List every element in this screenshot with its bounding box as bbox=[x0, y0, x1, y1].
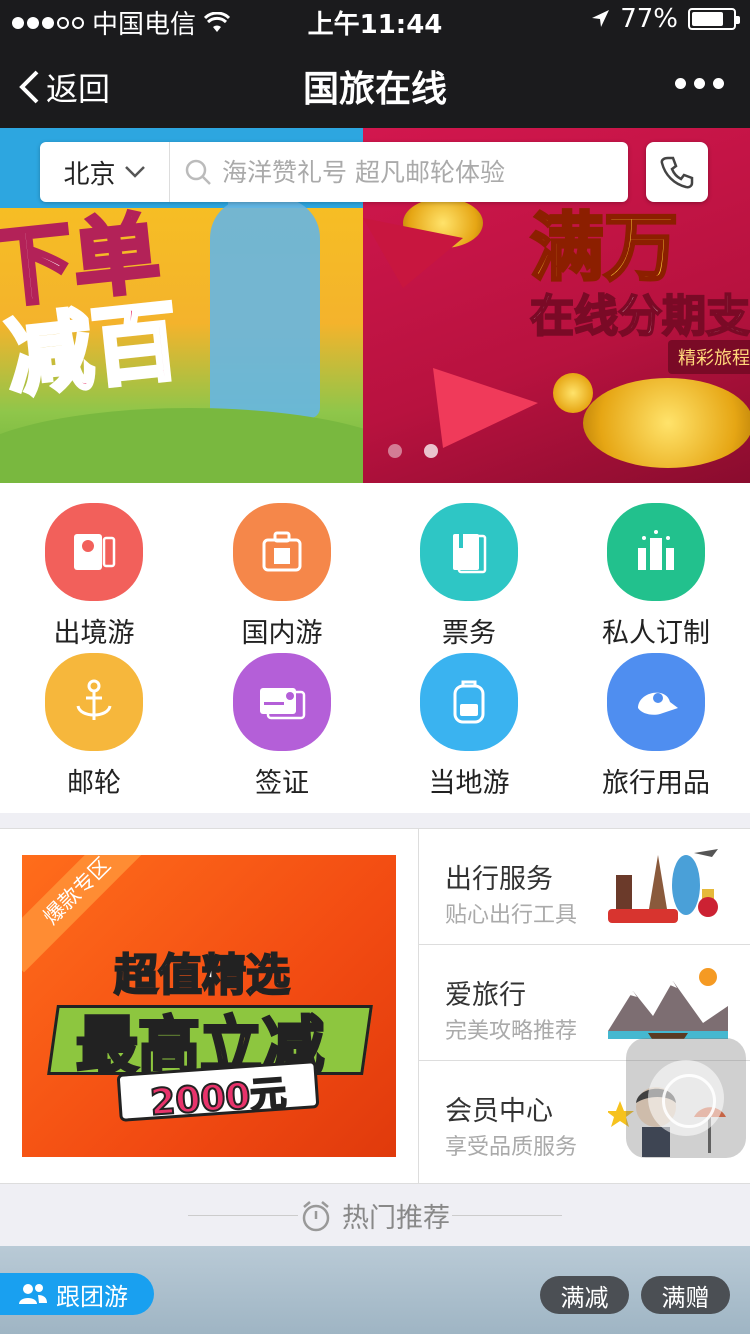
category-label: 出境游 bbox=[53, 618, 135, 649]
category-item[interactable]: 旅行用品 bbox=[562, 653, 750, 803]
banner-right-subtitle: 在线分期支 bbox=[529, 290, 750, 343]
promo-amount: 2000元 bbox=[148, 1072, 289, 1124]
floating-assistive-button[interactable] bbox=[626, 1038, 746, 1158]
luggage-icon bbox=[233, 503, 331, 601]
city-icon bbox=[607, 503, 705, 601]
visa-card-icon bbox=[233, 653, 331, 751]
page: { "status_bar": {"carrier": "中国电信", "tim… bbox=[0, 0, 750, 1334]
statue-of-liberty-image bbox=[210, 148, 320, 418]
service-name: 出行服务 bbox=[445, 864, 553, 895]
gold-coins-pile-image bbox=[583, 378, 750, 468]
backpack-icon bbox=[420, 653, 518, 751]
red-gem-image bbox=[433, 368, 538, 448]
alarm-clock-icon bbox=[302, 1200, 330, 1231]
red-gem-small-image bbox=[363, 218, 463, 288]
category-item[interactable]: 私人订制 bbox=[562, 503, 750, 653]
gift-pill[interactable]: 满赠 bbox=[641, 1276, 730, 1314]
category-grid: 出境游 国内游 票务 私人订制邮轮 签证 当地游 旅行用品 bbox=[0, 483, 750, 813]
passport-icon bbox=[45, 503, 143, 601]
phone-icon bbox=[660, 156, 694, 189]
group-tour-label: 跟团游 bbox=[56, 1282, 128, 1311]
service-travel[interactable]: 出行服务 贴心出行工具 bbox=[419, 829, 750, 945]
status-bar: 中国电信 上午11:44 77% bbox=[0, 0, 750, 40]
battery-percent: 77% bbox=[620, 4, 678, 34]
hot-recommend-header: 热门推荐 bbox=[0, 1184, 750, 1246]
service-name: 会员中心 bbox=[445, 1096, 553, 1127]
category-item[interactable]: 国内游 bbox=[188, 503, 376, 653]
anchor-icon bbox=[45, 653, 143, 751]
chevron-down-icon bbox=[124, 166, 145, 178]
category-item[interactable]: 出境游 bbox=[0, 503, 188, 653]
banner-left-line2: 减百 bbox=[0, 290, 185, 411]
battery-fill bbox=[692, 12, 723, 26]
cap-icon bbox=[607, 653, 705, 751]
group-tour-tag[interactable]: 跟团游 bbox=[0, 1273, 154, 1315]
category-label: 私人订制 bbox=[602, 618, 710, 649]
mountains-icon bbox=[608, 968, 728, 1039]
city-selector[interactable]: 北京 bbox=[40, 142, 170, 202]
page-title: 国旅在线 bbox=[302, 69, 447, 110]
hot-recommend-title: 热门推荐 bbox=[300, 1196, 450, 1235]
more-menu-button[interactable] bbox=[675, 78, 724, 89]
category-label: 签证 bbox=[255, 768, 309, 799]
ticket-icon bbox=[420, 503, 518, 601]
search-bar: 北京 bbox=[40, 142, 628, 202]
banner-left-text: 下单 减百 bbox=[0, 201, 185, 411]
phone-button[interactable] bbox=[646, 142, 708, 202]
category-item[interactable]: 票务 bbox=[375, 503, 563, 653]
yen-coin-image bbox=[553, 373, 593, 413]
category-label: 国内游 bbox=[241, 618, 323, 649]
service-desc: 贴心出行工具 bbox=[445, 903, 578, 928]
promo-headline: 超值精选 bbox=[113, 949, 291, 1002]
location-arrow-icon bbox=[592, 10, 610, 27]
hot-deal-banner[interactable]: 爆款专区 超值精选 最高立减 2000元 bbox=[22, 855, 396, 1157]
search-input[interactable] bbox=[222, 157, 622, 187]
category-item[interactable]: 当地游 bbox=[375, 653, 563, 803]
hot-recommend-label: 热门推荐 bbox=[342, 1203, 450, 1234]
carousel-pager bbox=[388, 444, 438, 458]
nav-bar: 返回 国旅在线 bbox=[0, 40, 750, 128]
category-label: 邮轮 bbox=[67, 768, 121, 799]
hot-divider-left bbox=[188, 1215, 298, 1216]
discount-pill[interactable]: 满减 bbox=[540, 1276, 629, 1314]
battery-icon bbox=[688, 8, 740, 30]
category-label: 旅行用品 bbox=[602, 768, 710, 799]
service-name: 爱旅行 bbox=[445, 980, 526, 1011]
service-desc: 完美攻略推荐 bbox=[445, 1019, 578, 1044]
pager-dot[interactable] bbox=[388, 444, 402, 458]
search-icon bbox=[185, 159, 211, 185]
pager-dot[interactable] bbox=[424, 444, 438, 458]
city-label: 北京 bbox=[63, 159, 116, 190]
banner-right-title: 满万 bbox=[529, 204, 680, 293]
service-desc: 享受品质服务 bbox=[445, 1135, 578, 1160]
category-item[interactable]: 邮轮 bbox=[0, 653, 188, 803]
search-field[interactable] bbox=[170, 157, 628, 187]
category-item[interactable]: 签证 bbox=[188, 653, 376, 803]
hot-divider-right bbox=[452, 1215, 562, 1216]
category-label: 当地游 bbox=[428, 768, 510, 799]
category-label: 票务 bbox=[442, 618, 496, 649]
landmarks-icon bbox=[608, 849, 718, 923]
banner-right-tag: 精彩旅程 bbox=[668, 340, 750, 374]
group-users-icon bbox=[19, 1284, 47, 1304]
banner-hill bbox=[0, 408, 420, 483]
status-right: 77% bbox=[590, 4, 740, 34]
